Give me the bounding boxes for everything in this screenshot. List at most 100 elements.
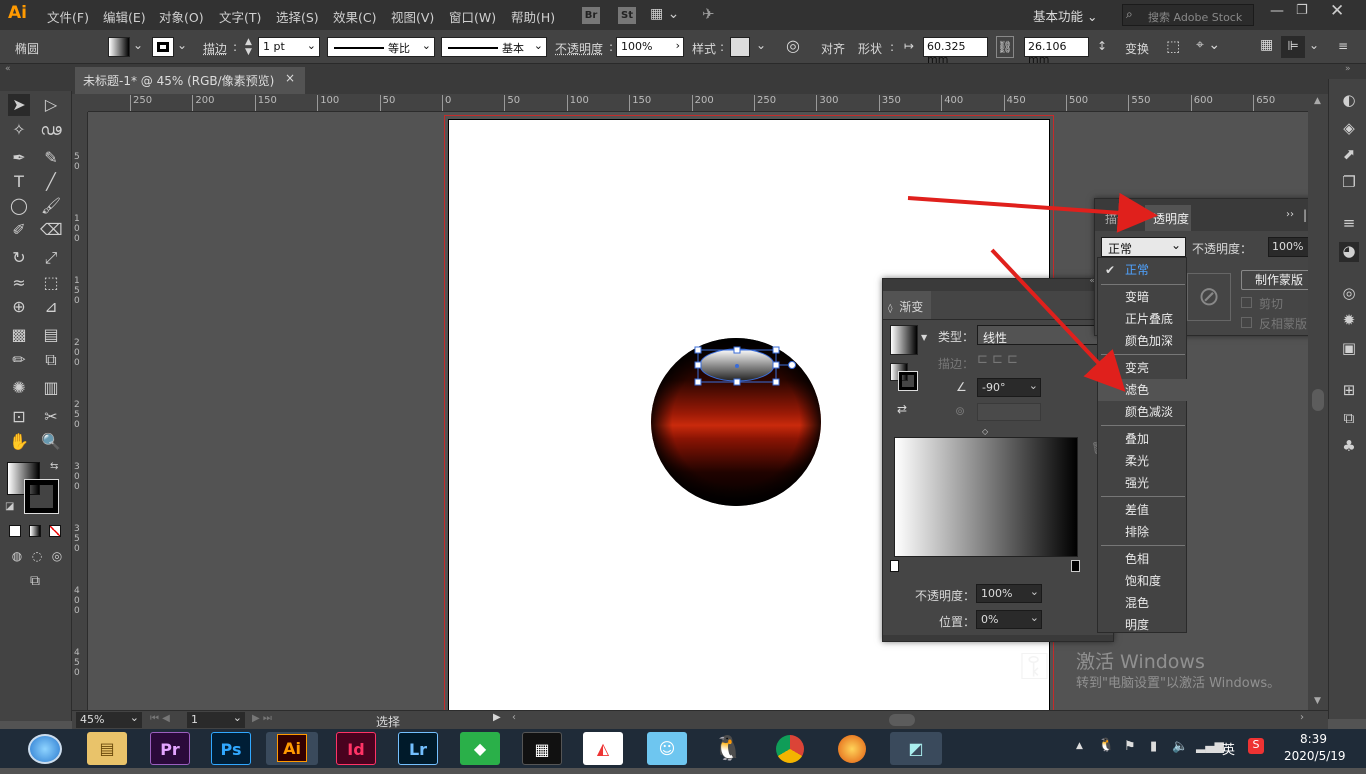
premiere-icon[interactable]: Pr [150,732,190,765]
panel-arrange-icon[interactable]: ▦ [1260,37,1273,53]
draw-inside-icon[interactable]: ◎ [46,545,68,567]
stroke-dropdown-icon[interactable]: ⌄ [177,38,187,52]
mask-thumbnail[interactable]: ⊘ [1187,273,1231,321]
green-app-icon[interactable]: ◆ [460,732,500,765]
color-guide-icon[interactable]: ◈ [1339,119,1359,139]
menu-icon[interactable]: ≡ [1338,39,1348,53]
zoom-tool-icon[interactable]: 🔍 [40,431,62,453]
color-panel-icon[interactable]: ◐ [1339,91,1359,111]
shaper-tool-icon[interactable]: ✐ [8,219,30,241]
magic-wand-icon[interactable]: ✧ [8,119,30,141]
angle-input[interactable]: -90° ⌄ [977,378,1041,397]
menu-edit[interactable]: 编辑(E) [103,7,146,26]
menu-object[interactable]: 对象(O) [159,7,204,26]
blend-option-saturation[interactable]: 饱和度 [1098,570,1188,592]
indesign-icon[interactable]: Id [336,732,376,765]
file-explorer-icon[interactable]: ▤ [87,732,127,765]
recolor-icon[interactable]: ◎ [786,36,800,55]
blend-option-screen[interactable]: 滤色 [1098,379,1188,401]
zoom-select[interactable]: 45% ⌄ [76,711,142,728]
gradient-panel-title[interactable]: 渐变 [899,300,923,314]
menu-effect[interactable]: 效果(C) [333,7,376,26]
width-input[interactable]: 60.325 mm [923,37,988,66]
tab-document[interactable]: 未标题-1* @ 45% (RGB/像素预览) × [75,67,305,94]
sogou-icon[interactable]: S [1248,738,1264,754]
transform-label[interactable]: 变换 [1125,40,1149,57]
blend-mode-select[interactable]: 正常 ⌄ [1101,237,1186,257]
ruler-origin[interactable] [72,94,88,112]
gradient-preview-swatch[interactable] [890,325,918,355]
vertical-scrollbar[interactable]: ▲ ▼ [1308,94,1328,710]
tray-flag-icon[interactable]: ⚑ [1124,739,1136,754]
blend-option-multiply[interactable]: 正片叠底 [1098,308,1188,330]
align-label[interactable]: 对齐 [821,40,845,57]
gradient-stop-white[interactable] [890,560,899,572]
panel-expand-icon[interactable]: ›› [1286,209,1294,220]
isolate-icon[interactable]: ⬚ [1166,37,1180,55]
lasso-icon[interactable]: ഢ [40,119,62,141]
stroke-panel-icon[interactable]: ≡ [1339,214,1359,234]
line-tool-icon[interactable]: ╱ [40,171,62,193]
graph-tool-icon[interactable]: ▥ [40,377,62,399]
fill-dropdown-icon[interactable]: ⌄ [133,38,143,52]
blend-option-hue[interactable]: 色相 [1098,548,1188,570]
draw-normal-icon[interactable]: ◍ [6,545,28,567]
free-transform-icon[interactable]: ⬚ [40,272,62,294]
constrain-link-icon[interactable]: ⛓ [996,36,1014,58]
blend-option-normal[interactable]: ✔ 正常 [1098,259,1188,281]
horizontal-scrollbar[interactable]: ‹ › [509,711,1308,729]
sphere-artwork[interactable] [640,330,840,520]
stroke-swatch[interactable] [152,37,174,57]
menu-file[interactable]: 文件(F) [47,7,89,26]
volume-icon[interactable]: 🔈 [1172,739,1188,754]
stop-opacity-input[interactable]: 100% ⌄ [976,584,1042,603]
workspace-switcher[interactable]: 基本功能 ⌄ [1033,6,1097,25]
ellipse-tool-icon[interactable]: ◯ [8,195,30,217]
type-tool-icon[interactable]: T [8,171,30,193]
video-editor-icon[interactable]: ▦ [522,732,562,765]
bridge-button[interactable]: Br [582,7,600,24]
chevron-down-icon[interactable]: ⌄ [756,38,766,52]
tab-stroke[interactable]: 描边 [1105,210,1129,227]
qq-icon[interactable]: 🐧 [708,732,748,765]
direct-selection-tool-icon[interactable]: ▷ [40,94,62,116]
stroke-label[interactable]: 描边 [203,40,227,57]
close-tab-icon[interactable]: × [285,71,295,85]
screen-mode-icon[interactable]: ⧉ [24,570,46,592]
fill-stroke-selector[interactable] [890,363,918,391]
tab-transparency[interactable]: 透明度 [1145,205,1191,231]
tray-qq-icon[interactable]: 🐧 [1098,738,1114,753]
start-button[interactable] [28,734,62,764]
paintbrush-icon[interactable]: 🖌 [40,195,62,217]
curvature-tool-icon[interactable]: ✎ [40,147,62,169]
graphic-styles-icon[interactable]: ✹ [1339,311,1359,331]
make-mask-button[interactable]: 制作蒙版 [1241,270,1317,290]
draw-behind-icon[interactable]: ◌ [26,545,48,567]
align-panel-icon[interactable]: ⊫ [1281,36,1305,58]
gradient-type-select[interactable]: 线性 [977,325,1113,345]
select-similar-icon[interactable]: ⌖ ⌄ [1196,37,1220,53]
scale-tool-icon[interactable]: ⤢ [40,247,62,269]
export-icon[interactable]: ⬈ [1339,145,1359,165]
layers-copy-icon[interactable]: ❐ [1339,173,1359,193]
gpu-icon[interactable]: ✈ [702,5,715,23]
ime-indicator[interactable]: 英 [1222,739,1235,758]
stroke-stepper-icon[interactable]: ▲ ▼ [245,37,252,57]
artboard-number-input[interactable]: 1 ⌄ [187,711,245,728]
gradient-tool-icon[interactable]: ▤ [40,324,62,346]
blend-option-difference[interactable]: 差值 [1098,499,1188,521]
tray-battery-icon[interactable]: ▮ [1150,739,1157,754]
resize-grip[interactable] [883,635,1113,641]
blend-option-overlay[interactable]: 叠加 [1098,428,1188,450]
status-menu-icon[interactable]: ▶ [493,712,501,723]
chevron-down-icon[interactable]: ⌄ [1309,38,1319,52]
color-mode-icon[interactable] [9,525,21,537]
media-player-icon[interactable]: ◭ [583,732,623,765]
align-dock-icon[interactable]: ⊞ [1339,381,1359,401]
blend-option-exclusion[interactable]: 排除 [1098,521,1188,543]
restore-button[interactable]: ❐ [1296,3,1308,18]
hand-tool-icon[interactable]: ✋ [8,431,30,453]
graphic-style-swatch[interactable] [730,37,750,57]
chevron-down-icon[interactable]: ▼ [921,333,927,342]
symbols-icon[interactable]: ♣ [1339,437,1359,457]
